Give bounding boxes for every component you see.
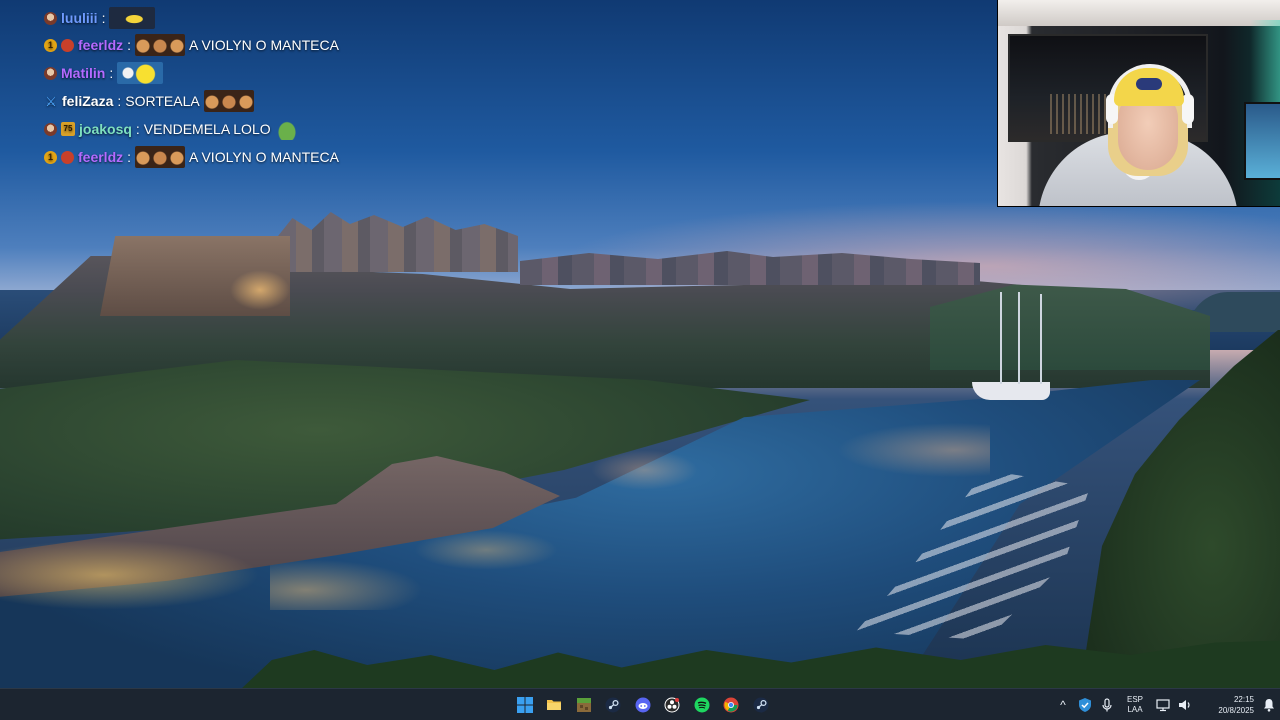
tray-security-button[interactable] <box>1074 689 1096 720</box>
taskbar-minecraft[interactable] <box>569 691 599 719</box>
tray-language-button[interactable]: ESP LAA <box>1118 689 1152 720</box>
chat-emote-icon <box>109 7 156 29</box>
chat-text: SORTEALA <box>125 93 200 109</box>
chat-emote-icon <box>203 90 254 112</box>
chat-message: luuliii: <box>44 6 156 30</box>
chat-message: Matilin: <box>44 61 164 85</box>
chat-username: joakosq <box>79 121 132 137</box>
webcam-monitor <box>1244 102 1280 180</box>
obs-icon <box>664 697 680 713</box>
chrome-icon <box>723 697 739 713</box>
wallpaper-mast <box>1000 292 1002 384</box>
stream-chat-overlay: luuliii: 1 feerldz: A VIOLYN O MANTECA M… <box>44 4 364 174</box>
tray-network-button[interactable] <box>1152 689 1174 720</box>
taskbar-file-explorer[interactable] <box>540 691 570 719</box>
sword-badge-icon: ⚔ <box>45 93 57 109</box>
chat-colon: : <box>135 121 140 137</box>
chat-colon: : <box>127 149 132 165</box>
chat-username: feerldz <box>78 37 124 53</box>
spotify-icon <box>694 697 710 713</box>
subscriber-badge-icon: 1 <box>44 38 57 52</box>
gift-badge-icon <box>61 150 74 164</box>
keyboard-layout: LAA <box>1127 705 1143 714</box>
start-button[interactable] <box>510 691 540 719</box>
chat-emote-icon <box>274 118 299 140</box>
taskbar-steam-2[interactable] <box>746 691 776 719</box>
chat-text: A VIOLYN O MANTECA <box>189 37 339 53</box>
webcam-ceiling <box>998 0 1280 26</box>
speaker-icon <box>1179 700 1190 710</box>
microphone-icon <box>1102 698 1112 712</box>
tray-microphone-button[interactable] <box>1096 689 1118 720</box>
chat-username: Matilin <box>61 65 106 81</box>
taskbar-discord[interactable] <box>628 691 658 719</box>
months-badge-icon: 75 <box>61 122 75 136</box>
wallpaper-mast <box>1018 292 1020 384</box>
notifications-button[interactable] <box>1258 689 1280 720</box>
taskbar-obs[interactable] <box>658 691 688 719</box>
chat-colon: : <box>127 37 132 53</box>
shield-icon <box>1079 698 1091 712</box>
chat-colon: : <box>117 93 122 109</box>
minecraft-icon <box>576 698 591 712</box>
language-code: ESP <box>1126 695 1143 704</box>
clock-date: 20/8/2025 <box>1218 706 1254 715</box>
wallpaper-yacht <box>972 382 1050 400</box>
chat-emote-icon <box>135 34 186 56</box>
webcam-overlay <box>997 0 1280 207</box>
windows-logo-icon <box>516 697 533 713</box>
chat-colon: : <box>109 65 114 81</box>
chat-username: luuliii <box>61 10 98 26</box>
taskbar-chrome[interactable] <box>717 691 747 719</box>
wallpaper-citadel-glow <box>230 270 290 310</box>
tray-volume-button[interactable] <box>1174 689 1196 720</box>
monitor-network-icon <box>1156 699 1170 712</box>
steam-icon <box>605 697 621 713</box>
wallpaper-old-town <box>278 212 518 272</box>
taskbar-steam[interactable] <box>599 691 629 719</box>
moderator-badge-icon <box>44 66 57 80</box>
chat-emote-icon <box>117 62 164 84</box>
gift-badge-icon <box>61 38 74 52</box>
system-tray: ^ ESP LAA 22:15 20/8/2025 <box>1052 689 1280 720</box>
steam-icon <box>753 697 769 713</box>
moderator-badge-icon <box>44 122 57 136</box>
discord-icon <box>635 697 651 713</box>
chat-emote-icon <box>135 146 186 168</box>
chat-message: ⚔ feliZaza: SORTEALA <box>44 89 254 113</box>
clock-time: 22:15 <box>1233 695 1254 704</box>
folder-icon <box>547 700 562 710</box>
chevron-up-icon: ^ <box>1060 698 1066 712</box>
chat-text: A VIOLYN O MANTECA <box>189 149 339 165</box>
chat-message: 1 feerldz: A VIOLYN O MANTECA <box>44 145 339 169</box>
show-hidden-icons-button[interactable]: ^ <box>1052 689 1074 720</box>
chat-username: feliZaza <box>62 93 114 109</box>
moderator-badge-icon <box>44 11 57 25</box>
taskbar: ^ ESP LAA 22:15 20/8/2025 <box>0 688 1280 720</box>
subscriber-badge-icon: 1 <box>44 150 57 164</box>
chat-colon: : <box>101 10 106 26</box>
notification-bell-icon <box>1264 699 1274 712</box>
taskbar-apps <box>510 691 776 719</box>
chat-text: VENDEMELA LOLO <box>143 121 271 137</box>
chat-message: 1 feerldz: A VIOLYN O MANTECA <box>44 33 339 57</box>
taskbar-spotify[interactable] <box>687 691 717 719</box>
wallpaper-waterfront-glow <box>0 540 260 610</box>
chat-message: 75 joakosq: VENDEMELA LOLO <box>44 117 299 141</box>
tray-clock-button[interactable]: 22:15 20/8/2025 <box>1196 689 1258 720</box>
chat-username: feerldz <box>78 149 124 165</box>
wallpaper-mast <box>1040 294 1042 384</box>
